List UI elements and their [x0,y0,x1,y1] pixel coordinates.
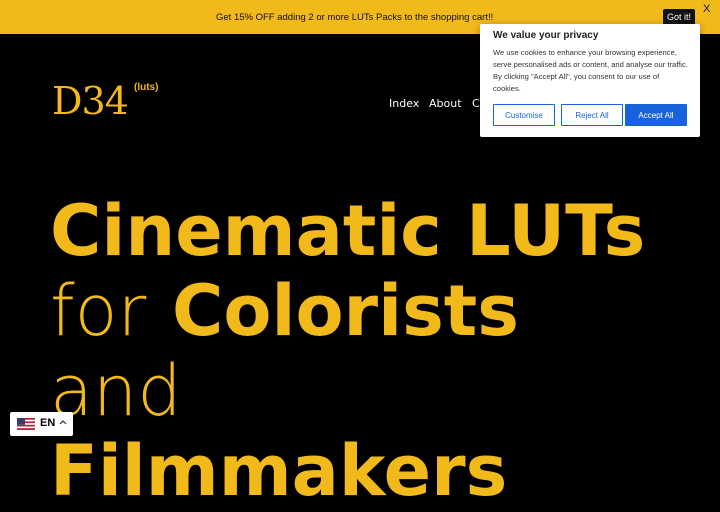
customise-button[interactable]: Customise [493,104,555,126]
hero-line-4: Filmmakers [50,430,508,512]
reject-all-button[interactable]: Reject All [561,104,623,126]
cookie-title: We value your privacy [493,30,599,41]
nav-item-index[interactable]: Index [389,97,419,110]
hero-line-2-bold: Colorists [172,270,519,352]
us-flag-icon [17,418,35,430]
promo-text: Get 15% OFF adding 2 or more LUTs Packs … [216,12,494,23]
hero-line-1: Cinematic LUTs [50,190,646,272]
nav-item-about[interactable]: About [429,97,462,110]
language-code: EN [40,417,56,429]
hero-line-2-light: for [50,270,147,352]
nav-item-partial[interactable]: C [472,97,480,110]
close-icon[interactable]: X [703,3,710,15]
got-it-button[interactable]: Got it! [663,9,696,25]
chevron-up-icon [59,420,67,425]
logo-superscript: (luts) [134,82,159,93]
site-logo[interactable]: D34 [52,82,129,120]
cookie-consent-banner: We value your privacy We use cookies to … [480,24,700,137]
cookie-body: We use cookies to enhance your browsing … [493,48,688,93]
language-switcher[interactable]: EN [10,412,73,436]
accept-all-button[interactable]: Accept All [625,104,687,126]
